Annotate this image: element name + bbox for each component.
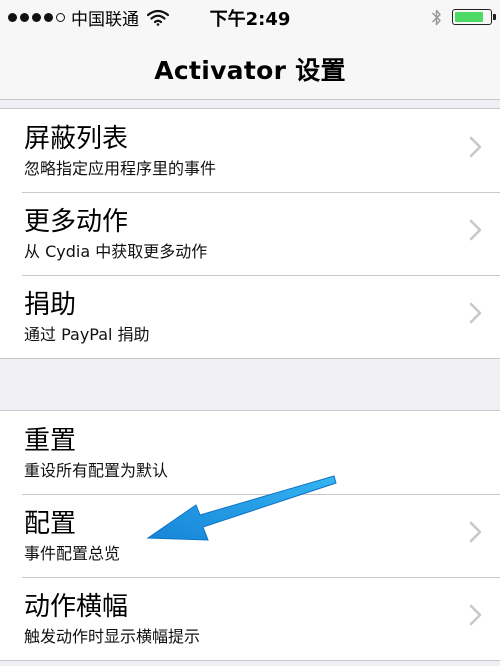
row-configuration[interactable]: 配置 事件配置总览 (0, 494, 500, 577)
chevron-right-icon (469, 302, 482, 324)
row-subtitle: 事件配置总览 (24, 544, 121, 563)
row-subtitle: 从 Cydia 中获取更多动作 (24, 242, 208, 261)
bluetooth-icon (431, 9, 441, 25)
row-subtitle: 通过 PayPal 捐助 (24, 325, 150, 344)
row-subtitle: 忽略指定应用程序里的事件 (24, 159, 217, 178)
row-action-banner[interactable]: 动作横幅 触发动作时显示横幅提示 (0, 577, 500, 660)
row-title: 重置 (24, 426, 77, 456)
navigation-bar: Activator 设置 (0, 34, 500, 100)
battery-fill (455, 12, 484, 22)
row-title: 捐助 (24, 290, 77, 320)
chevron-right-icon (469, 604, 482, 626)
battery-icon (452, 9, 496, 25)
settings-group-2: 重置 重设所有配置为默认 配置 事件配置总览 动作横幅 触发动作时显示横幅提示 (0, 410, 500, 661)
row-donate[interactable]: 捐助 通过 PayPal 捐助 (0, 275, 500, 358)
chevron-right-icon (469, 521, 482, 543)
row-reset[interactable]: 重置 重设所有配置为默认 (0, 411, 500, 494)
row-more-actions[interactable]: 更多动作 从 Cydia 中获取更多动作 (0, 192, 500, 275)
row-title: 屏蔽列表 (24, 124, 129, 154)
row-subtitle: 重设所有配置为默认 (24, 461, 169, 480)
page-title: Activator 设置 (154, 56, 346, 85)
row-block-list[interactable]: 屏蔽列表 忽略指定应用程序里的事件 (0, 109, 500, 192)
row-subtitle: 触发动作时显示横幅提示 (24, 627, 201, 646)
chevron-right-icon (469, 219, 482, 241)
row-title: 更多动作 (24, 207, 129, 237)
row-title: 动作横幅 (24, 592, 129, 622)
chevron-right-icon (469, 136, 482, 158)
status-bar: 中国联通 下午2:49 (0, 0, 500, 34)
row-title: 配置 (24, 509, 77, 539)
status-time: 下午2:49 (209, 9, 291, 30)
settings-group-1: 屏蔽列表 忽略指定应用程序里的事件 更多动作 从 Cydia 中获取更多动作 捐… (0, 108, 500, 359)
status-right (431, 6, 496, 28)
